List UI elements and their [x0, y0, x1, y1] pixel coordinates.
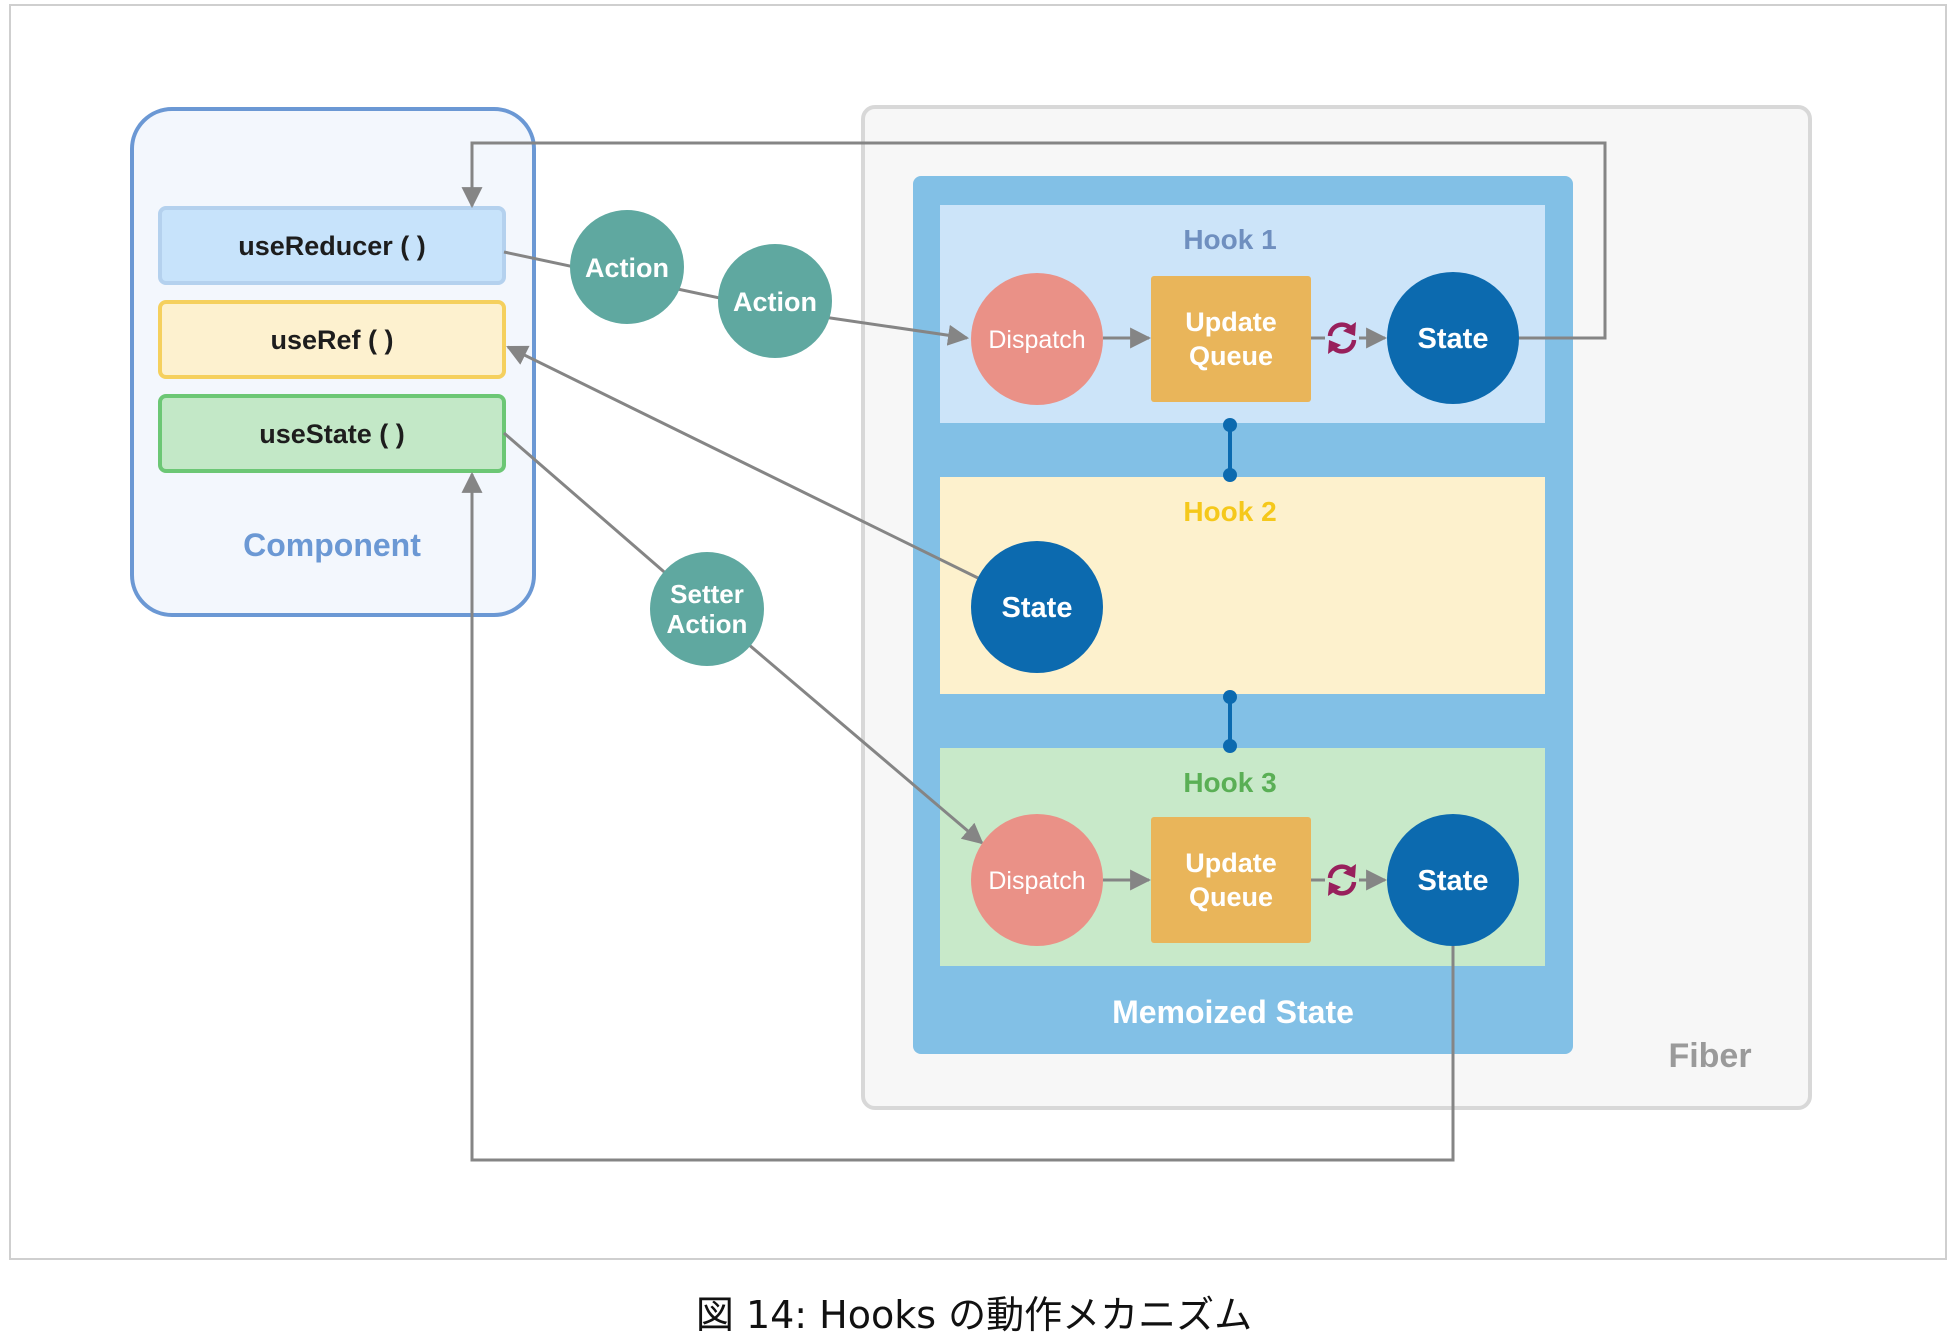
action-circle-1: Action [570, 210, 684, 324]
hook3-update-queue-line1: Update [1185, 848, 1277, 878]
use-reducer-label: useReducer ( ) [238, 231, 426, 261]
use-state-label: useState ( ) [259, 419, 405, 449]
hook1-update-queue: Update Queue [1151, 276, 1311, 402]
hook3-title: Hook 3 [1183, 767, 1276, 798]
hook2-state: State [971, 541, 1103, 673]
use-state-hook: useState ( ) [158, 394, 506, 473]
hook1-state-label: State [1418, 323, 1489, 355]
hook3-state-label: State [1418, 865, 1489, 897]
hook3-update-queue-line2: Queue [1189, 882, 1273, 912]
hook1-update-queue-line1: Update [1185, 307, 1277, 337]
action-label-1: Action [585, 253, 669, 283]
hook3-dispatch-label: Dispatch [988, 867, 1085, 895]
hook3-dispatch: Dispatch [971, 814, 1103, 946]
use-ref-label: useRef ( ) [270, 325, 393, 355]
component-label: Component [243, 527, 421, 563]
action-circle-2: Action [718, 244, 832, 358]
hook1-dispatch: Dispatch [971, 273, 1103, 405]
setter-action-label-line1: Setter [670, 579, 744, 609]
use-reducer-hook: useReducer ( ) [158, 206, 506, 285]
hook1-state: State [1387, 272, 1519, 404]
hook1-title: Hook 1 [1183, 224, 1276, 255]
memoized-state-label: Memoized State [1112, 994, 1354, 1030]
use-ref-hook: useRef ( ) [158, 300, 506, 379]
fiber-label: Fiber [1668, 1037, 1751, 1075]
action-label-2: Action [733, 287, 817, 317]
hooks-diagram: Fiber Memoized State Hook 1 Hook 2 Hook … [130, 105, 1812, 1162]
hook2-state-label: State [1002, 592, 1073, 624]
hook1-update-queue-line2: Queue [1189, 341, 1273, 371]
hook2-title: Hook 2 [1183, 496, 1276, 527]
setter-action-label-line2: Action [667, 609, 748, 639]
hook3-update-queue: Update Queue [1151, 817, 1311, 943]
hook3-state: State [1387, 814, 1519, 946]
hook1-dispatch-label: Dispatch [988, 326, 1085, 354]
setter-action-circle: Setter Action [650, 552, 764, 666]
figure-caption: 図 14: Hooks の動作メカニズム [695, 1293, 1253, 1337]
